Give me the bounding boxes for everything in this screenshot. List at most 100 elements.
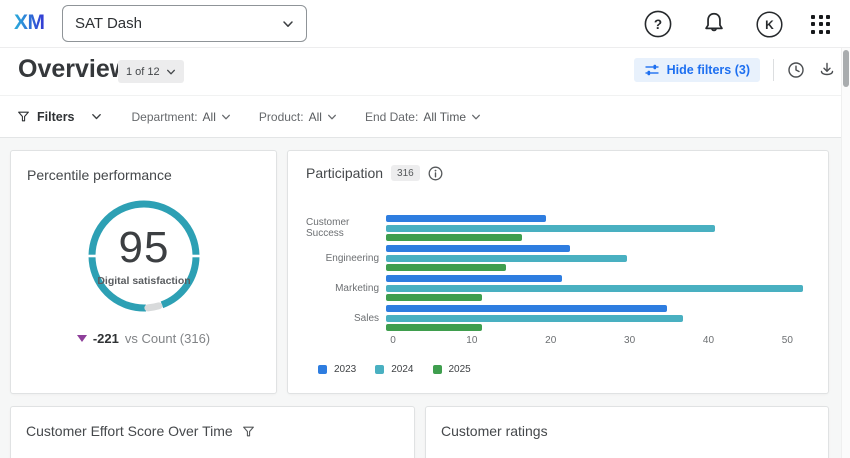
bar-2025[interactable] — [386, 324, 482, 331]
category-bars — [386, 305, 811, 331]
legend-swatch — [433, 365, 442, 374]
notifications-button[interactable] — [700, 10, 728, 38]
widget-title-row: Customer Effort Score Over Time — [26, 423, 255, 439]
funnel-icon — [17, 110, 30, 123]
filter-label: Department: — [132, 110, 198, 124]
avatar-initial: K — [765, 18, 774, 32]
dashboard-content: Percentile performance 95 Digital satisf… — [0, 138, 850, 458]
chevron-down-icon — [282, 18, 294, 30]
x-tick-label: 30 — [624, 335, 635, 346]
bar-2023[interactable] — [386, 305, 667, 312]
chart-category-row: Engineering — [306, 245, 811, 271]
bar-2024[interactable] — [386, 255, 627, 262]
filter-value: All Time — [423, 110, 466, 124]
bar-2024[interactable] — [386, 285, 803, 292]
chart-x-axis: 01020304050 — [393, 335, 811, 348]
widget-title: Percentile performance — [27, 167, 172, 183]
dashboard-selector[interactable]: SAT Dash — [62, 5, 307, 42]
scrollbar-track[interactable] — [841, 48, 850, 458]
x-tick-label: 50 — [782, 335, 793, 346]
avatar: K — [755, 10, 784, 39]
gauge-value: 95 — [119, 226, 170, 270]
chevron-down-icon — [91, 111, 102, 122]
page-pager-dropdown[interactable]: 1 of 12 — [118, 60, 184, 83]
filters-menu[interactable]: Filters — [17, 110, 102, 124]
page-title: Overview — [18, 55, 129, 84]
widget-title-row: Participation 316 — [306, 165, 443, 181]
chevron-down-icon — [166, 67, 176, 77]
page-pager-value: 1 of 12 — [126, 66, 160, 78]
legend-item-2025[interactable]: 2025 — [433, 364, 471, 375]
chart-rows: Customer SuccessEngineeringMarketingSale… — [306, 215, 811, 331]
help-button[interactable]: ? — [643, 9, 673, 39]
divider — [773, 59, 774, 81]
filters-bar: Filters Department: All Product: All End… — [0, 95, 850, 138]
delta-value: -221 — [93, 331, 119, 346]
x-tick-label: 20 — [545, 335, 556, 346]
chart-category-row: Marketing — [306, 275, 811, 301]
chevron-down-icon — [471, 112, 481, 122]
widget-title: Customer Effort Score Over Time — [26, 423, 233, 439]
gauge-label: Digital satisfaction — [97, 275, 190, 287]
bell-icon — [700, 10, 728, 38]
svg-text:?: ? — [654, 17, 662, 32]
x-tick-label: 10 — [466, 335, 477, 346]
delta-context: vs Count (316) — [125, 331, 210, 346]
bar-2023[interactable] — [386, 275, 562, 282]
filter-department[interactable]: Department: All — [132, 110, 231, 124]
legend-item-2023[interactable]: 2023 — [318, 364, 356, 375]
bar-2024[interactable] — [386, 225, 715, 232]
sliders-icon — [644, 62, 660, 78]
export-button[interactable] — [818, 61, 836, 79]
account-button[interactable]: K — [755, 10, 784, 39]
history-button[interactable] — [787, 61, 805, 79]
percentile-performance-card: Percentile performance 95 Digital satisf… — [10, 150, 277, 394]
bar-2024[interactable] — [386, 315, 683, 322]
bar-2023[interactable] — [386, 215, 546, 222]
filter-end-date[interactable]: End Date: All Time — [365, 110, 481, 124]
xm-logo: XM — [14, 11, 45, 35]
category-label: Marketing — [306, 275, 386, 301]
legend-label: 2024 — [391, 364, 413, 375]
customer-effort-score-card: Customer Effort Score Over Time — [10, 406, 415, 458]
chart-category-row: Sales — [306, 305, 811, 331]
filter-value: All — [203, 110, 216, 124]
widget-title-row: Customer ratings — [441, 423, 548, 439]
chevron-down-icon — [221, 112, 231, 122]
topbar-actions: ? K — [643, 0, 830, 48]
legend-label: 2023 — [334, 364, 356, 375]
delta-indicator: -221 vs Count (316) — [11, 331, 276, 346]
bar-2025[interactable] — [386, 264, 506, 271]
bar-2025[interactable] — [386, 234, 522, 241]
top-navigation-bar: XM SAT Dash ? K — [0, 0, 850, 48]
satisfaction-gauge: 95 Digital satisfaction — [84, 196, 204, 316]
info-icon[interactable] — [428, 166, 443, 181]
down-triangle-icon — [77, 335, 87, 342]
clock-icon — [787, 61, 805, 79]
participation-card: Participation 316 Customer SuccessEngine… — [287, 150, 829, 394]
chart-legend: 2023 2024 2025 — [318, 364, 811, 375]
category-bars — [386, 275, 811, 301]
bar-2023[interactable] — [386, 245, 570, 252]
filter-label: Product: — [259, 110, 304, 124]
download-icon — [818, 61, 836, 79]
filter-product[interactable]: Product: All — [259, 110, 337, 124]
widget-title: Participation — [306, 165, 383, 181]
app-switcher-button[interactable] — [811, 15, 830, 34]
category-label: Sales — [306, 305, 386, 331]
count-badge: 316 — [391, 165, 420, 181]
legend-item-2024[interactable]: 2024 — [375, 364, 413, 375]
bar-2025[interactable] — [386, 294, 482, 301]
filter-value: All — [309, 110, 322, 124]
category-bars — [386, 245, 811, 271]
category-label: Engineering — [306, 245, 386, 271]
legend-swatch — [318, 365, 327, 374]
scrollbar-thumb[interactable] — [843, 50, 849, 87]
legend-swatch — [375, 365, 384, 374]
page-toolbar: Overview 1 of 12 Hide filters (3) — [0, 48, 850, 95]
x-tick-label: 40 — [703, 335, 714, 346]
funnel-icon[interactable] — [242, 425, 255, 438]
legend-label: 2025 — [449, 364, 471, 375]
hide-filters-button[interactable]: Hide filters (3) — [634, 58, 760, 82]
question-icon: ? — [643, 9, 673, 39]
